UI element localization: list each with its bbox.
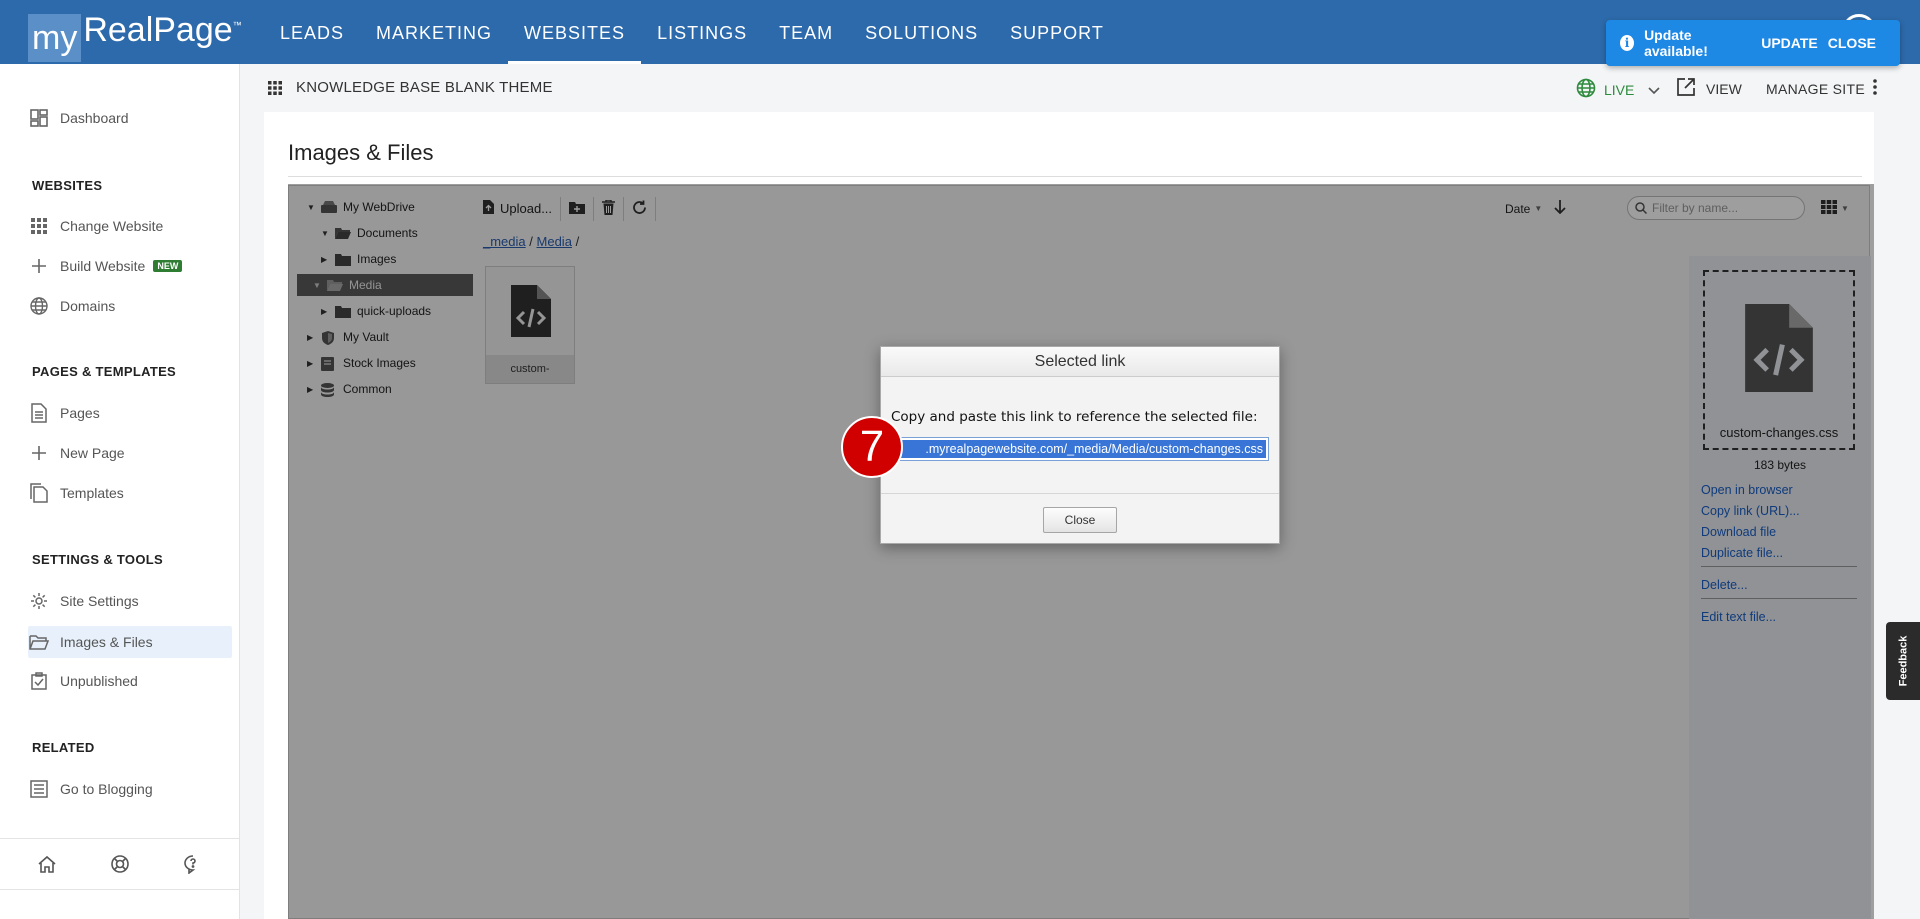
external-link-icon xyxy=(1676,77,1696,100)
sidebar-item-pages[interactable]: Pages xyxy=(28,397,232,429)
myrealpage-logo[interactable]: my RealPage ™ xyxy=(28,11,242,62)
dialog-close-button[interactable]: Close xyxy=(1043,507,1117,533)
sidebar-section-websites: WEBSITES xyxy=(32,178,103,193)
dialog-instructions: Copy and paste this link to reference th… xyxy=(891,409,1258,425)
manage-site-menu[interactable]: MANAGE SITE xyxy=(1766,79,1877,98)
feedback-tab[interactable]: Feedback xyxy=(1886,622,1920,700)
home-icon[interactable] xyxy=(35,852,59,876)
sidebar-item-label: Templates xyxy=(60,485,124,501)
live-label: LIVE xyxy=(1604,81,1635,98)
sidebar-item-label: Domains xyxy=(60,298,116,314)
logo-trademark: ™ xyxy=(232,20,242,30)
nav-support[interactable]: SUPPORT xyxy=(994,0,1120,64)
selected-link-dialog: Selected link Copy and paste this link t… xyxy=(880,346,1280,544)
update-toast: i Update available! UPDATE CLOSE xyxy=(1606,20,1900,66)
grid-icon xyxy=(28,215,50,237)
sidebar-section-pages: PAGES & TEMPLATES xyxy=(32,364,177,379)
sidebar-item-label: Go to Blogging xyxy=(60,781,153,797)
logo-realpage: RealPage xyxy=(83,11,233,49)
sidebar-item-domains[interactable]: Domains xyxy=(28,290,232,322)
divider xyxy=(881,493,1279,494)
site-bar: KNOWLEDGE BASE BLANK THEME LIVE VIEW MAN… xyxy=(240,64,1920,112)
update-button[interactable]: UPDATE xyxy=(1761,35,1818,51)
dashboard-icon xyxy=(28,107,50,129)
sidebar-section-settings: SETTINGS & TOOLS xyxy=(32,552,163,567)
globe-icon xyxy=(1576,78,1596,101)
link-url-selected-text: .myrealpagewebsite.com/_media/Media/cust… xyxy=(894,440,1266,458)
sidebar-section-related: RELATED xyxy=(32,740,95,755)
divider xyxy=(288,176,1862,177)
sidebar-item-blogging[interactable]: Go to Blogging xyxy=(28,773,232,805)
sidebar-item-label: Images & Files xyxy=(60,634,153,650)
sidebar-item-dashboard[interactable]: Dashboard xyxy=(28,102,232,134)
gear-icon xyxy=(28,590,50,612)
update-message: Update available! xyxy=(1644,27,1708,59)
live-dropdown[interactable]: LIVE xyxy=(1576,78,1660,101)
nav-websites[interactable]: WEBSITES xyxy=(508,0,642,64)
sidebar-item-build-website[interactable]: Build Website NEW xyxy=(28,250,232,282)
page-icon xyxy=(28,402,50,424)
feedback-label: Feedback xyxy=(1897,635,1909,687)
sidebar-item-change-website[interactable]: Change Website xyxy=(28,210,232,242)
sidebar-item-label: Pages xyxy=(60,405,100,421)
nav-solutions[interactable]: SOLUTIONS xyxy=(849,0,994,64)
main-nav: LEADS MARKETING WEBSITES LISTINGS TEAM S… xyxy=(264,0,1120,64)
new-badge: NEW xyxy=(153,260,183,272)
sidebar-item-site-settings[interactable]: Site Settings xyxy=(28,585,232,617)
sidebar-item-images-files[interactable]: Images & Files xyxy=(28,626,232,658)
sidebar-item-unpublished[interactable]: Unpublished xyxy=(28,665,232,697)
close-toast-button[interactable]: CLOSE xyxy=(1828,35,1876,51)
chat-help-icon[interactable] xyxy=(181,852,205,876)
folder-open-icon xyxy=(28,631,50,653)
info-icon: i xyxy=(1620,35,1635,51)
sidebar-footer xyxy=(0,838,240,890)
templates-icon xyxy=(28,482,50,504)
sidebar-item-templates[interactable]: Templates xyxy=(28,477,232,509)
plus-icon xyxy=(28,255,50,277)
step-number-badge: 7 xyxy=(841,416,903,478)
sidebar-item-label: Dashboard xyxy=(60,110,129,126)
dialog-title: Selected link xyxy=(881,347,1279,377)
link-url-field[interactable]: .myrealpagewebsite.com/_media/Media/cust… xyxy=(891,437,1269,461)
nav-leads[interactable]: LEADS xyxy=(264,0,360,64)
chevron-down-icon xyxy=(1648,82,1660,98)
site-theme-name: KNOWLEDGE BASE BLANK THEME xyxy=(296,79,553,96)
kebab-menu-icon xyxy=(1873,79,1877,98)
logo-my: my xyxy=(28,14,82,62)
page-title: Images & Files xyxy=(288,140,434,165)
sidebar-item-label: Site Settings xyxy=(60,593,139,609)
plus-icon xyxy=(28,442,50,464)
globe-icon xyxy=(28,295,50,317)
sidebar-item-new-page[interactable]: New Page xyxy=(28,437,232,469)
blog-icon xyxy=(28,778,50,800)
modal-overlay[interactable] xyxy=(288,184,1874,919)
sidebar-item-label: New Page xyxy=(60,445,125,461)
view-label: VIEW xyxy=(1706,80,1742,97)
nav-marketing[interactable]: MARKETING xyxy=(360,0,508,64)
sidebar-item-label: Build Website xyxy=(60,258,146,274)
sidebar-item-label: Change Website xyxy=(60,218,164,234)
sidebar: Dashboard WEBSITES Change Website Build … xyxy=(0,64,240,919)
apps-grid-icon[interactable] xyxy=(268,81,282,95)
sidebar-item-label: Unpublished xyxy=(60,673,138,689)
lifebuoy-icon[interactable] xyxy=(108,852,132,876)
view-site-button[interactable]: VIEW xyxy=(1676,77,1742,100)
nav-team[interactable]: TEAM xyxy=(763,0,849,64)
nav-listings[interactable]: LISTINGS xyxy=(641,0,763,64)
clipboard-check-icon xyxy=(28,670,50,692)
manage-label: MANAGE SITE xyxy=(1766,80,1865,97)
